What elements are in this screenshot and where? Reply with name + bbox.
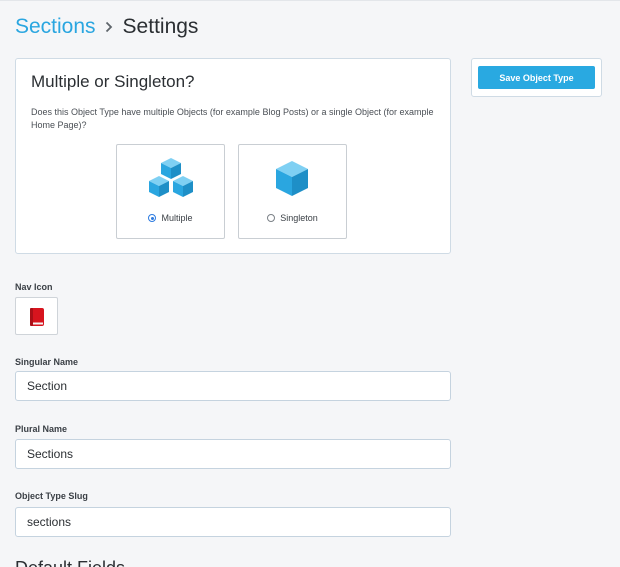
option-multiple-label: Multiple: [161, 213, 193, 223]
breadcrumb: Sections Settings: [15, 14, 198, 40]
radio-singleton[interactable]: [267, 214, 276, 222]
nav-icon-picker[interactable]: [15, 297, 58, 335]
top-divider: [0, 0, 620, 1]
save-panel: Save Object Type: [471, 58, 602, 97]
radio-multiple[interactable]: [148, 214, 157, 222]
option-singleton-label: Singleton: [280, 213, 318, 223]
red-book-icon: [30, 308, 44, 326]
chevron-right-icon: [105, 21, 113, 33]
type-selector-description: Does this Object Type have multiple Obje…: [31, 107, 434, 130]
page-title: Settings: [122, 15, 199, 38]
plural-name-input[interactable]: [15, 439, 451, 469]
save-object-type-button[interactable]: Save Object Type: [478, 66, 595, 89]
singular-name-label: Singular Name: [15, 357, 79, 367]
nav-icon-label: Nav Icon: [15, 282, 53, 292]
option-singleton[interactable]: Singleton: [238, 144, 347, 239]
option-multiple[interactable]: Multiple: [116, 144, 225, 239]
object-type-slug-label: Object Type Slug: [15, 491, 88, 501]
singular-name-input[interactable]: [15, 371, 451, 401]
type-selector-card: Multiple or Singleton? Does this Object …: [15, 58, 451, 254]
breadcrumb-sections-link[interactable]: Sections: [15, 14, 96, 40]
plural-name-label: Plural Name: [15, 424, 68, 434]
default-fields-heading: Default Fields: [15, 558, 125, 567]
cube-icon: [276, 161, 308, 196]
cubes-icon: [149, 158, 193, 197]
object-type-slug-input[interactable]: [15, 507, 451, 537]
type-selector-title: Multiple or Singleton?: [31, 72, 195, 91]
